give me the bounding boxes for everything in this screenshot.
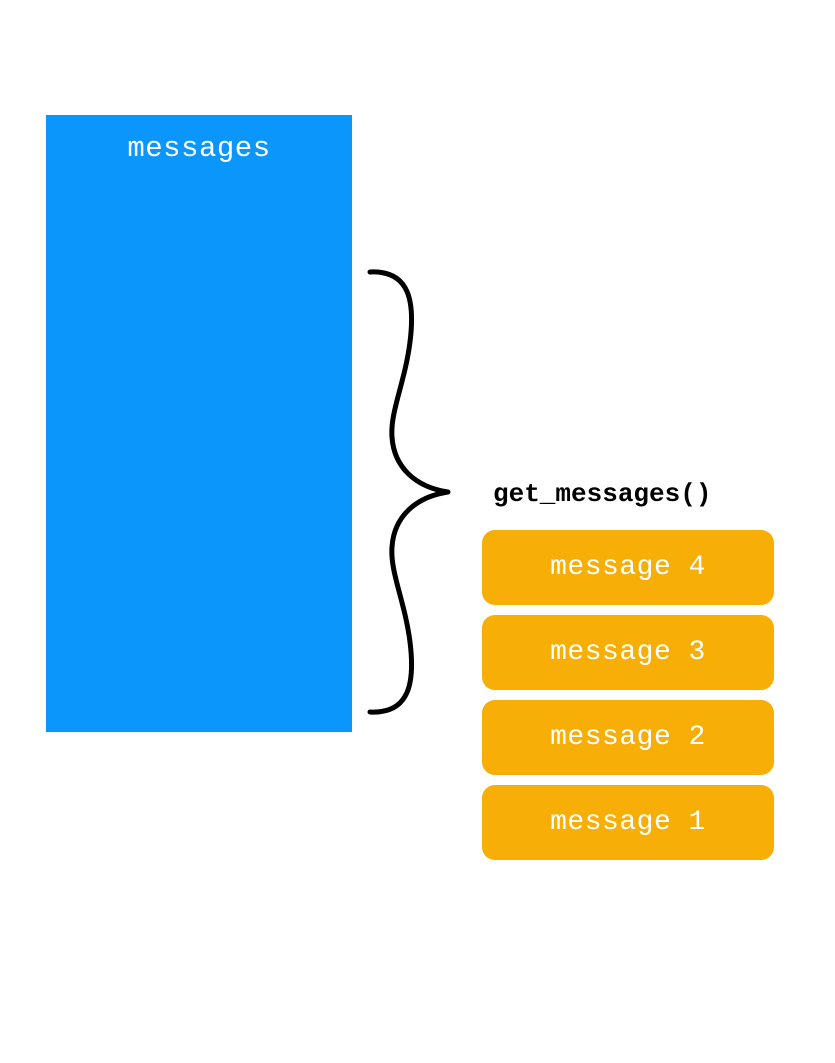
message-item: message 4 [482, 530, 774, 605]
message-item: message 1 [482, 785, 774, 860]
get-messages-function-label: get_messages() [493, 479, 712, 509]
message-item: message 3 [482, 615, 774, 690]
messages-panel: messages [46, 115, 352, 732]
message-item: message 2 [482, 700, 774, 775]
curly-brace-icon [367, 269, 451, 715]
message-stack: message 4 message 3 message 2 message 1 [482, 530, 774, 870]
messages-panel-label: messages [127, 132, 271, 165]
